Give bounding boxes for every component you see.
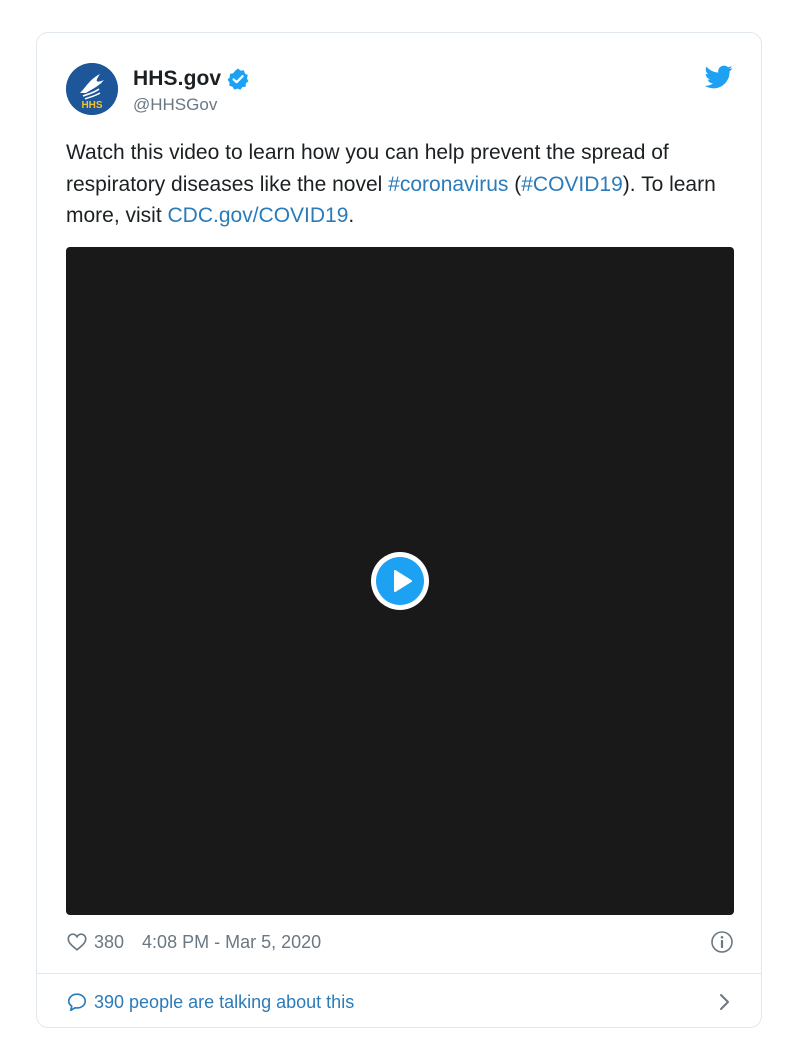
author-block: HHS.gov @HHSGov: [133, 65, 250, 115]
tweet-text-part: (: [508, 172, 522, 196]
like-count[interactable]: 380: [94, 932, 124, 953]
verified-badge-icon: [227, 68, 249, 90]
tweet-text: Watch this video to learn how you can he…: [66, 137, 746, 232]
divider: [37, 973, 761, 974]
avatar-text: HHS: [81, 100, 102, 111]
tweet-text-part: .: [348, 204, 355, 227]
play-button-circle: [376, 557, 424, 605]
hashtag-covid19-link[interactable]: #COVID19: [521, 173, 623, 196]
author-handle[interactable]: @HHSGov: [133, 95, 250, 115]
author-name-row: HHS.gov: [133, 65, 250, 93]
cdc-link[interactable]: CDC.gov/COVID19: [168, 204, 349, 227]
hhs-logo-icon: HHS: [66, 63, 118, 115]
chevron-right-icon: [720, 994, 729, 1010]
play-button[interactable]: [371, 552, 429, 610]
avatar[interactable]: HHS: [66, 63, 118, 115]
author-display-name[interactable]: HHS.gov: [133, 67, 221, 91]
play-icon: [394, 570, 412, 592]
tweet-meta-row: 380 4:08 PM - Mar 5, 2020: [66, 929, 734, 955]
twitter-bird-icon[interactable]: [705, 65, 733, 89]
info-icon[interactable]: [710, 930, 734, 954]
embedded-tweet-card: HHS HHS.gov @HHSGov Watch this video to …: [36, 32, 762, 1028]
heart-icon[interactable]: [66, 931, 88, 953]
talking-about-text: 390 people are talking about this: [94, 991, 355, 1012]
speech-bubble-icon: [67, 993, 87, 1012]
video-player[interactable]: [66, 247, 734, 915]
talking-about-link[interactable]: 390 people are talking about this: [66, 989, 734, 1015]
hashtag-coronavirus-link[interactable]: #coronavirus: [388, 173, 508, 196]
tweet-timestamp[interactable]: 4:08 PM - Mar 5, 2020: [142, 932, 321, 953]
